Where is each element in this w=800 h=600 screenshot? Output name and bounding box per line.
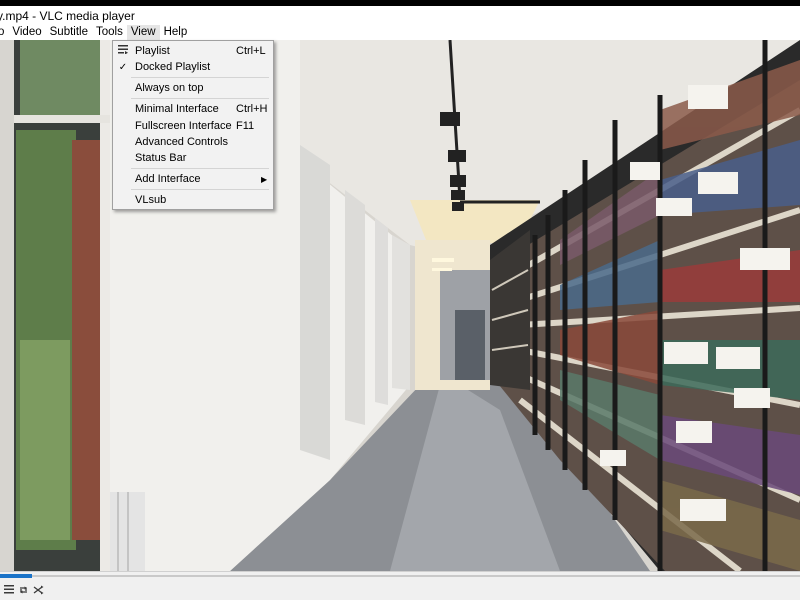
menu-video[interactable]: Video [8,25,45,40]
checkmark-icon: ✓ [118,61,128,73]
playlist-toggle-icon[interactable] [2,583,15,596]
menu-item-vlsub[interactable]: VLsub [113,192,273,208]
menu-item-docked-playlist[interactable]: ✓ Docked Playlist [113,59,273,75]
menu-separator [131,189,269,190]
menu-item-label: Fullscreen Interface [135,120,232,132]
menu-item-playlist[interactable]: Playlist Ctrl+L [113,43,273,59]
title-bar: y.mp4 - VLC media player [0,6,800,25]
menu-separator [131,98,269,99]
menu-item-label: Playlist [135,45,170,57]
view-menu-dropdown: Playlist Ctrl+L ✓ Docked Playlist Always… [112,40,274,210]
menu-separator [131,168,269,169]
window-title: y.mp4 - VLC media player [0,8,135,23]
menu-item-label: Status Bar [135,152,187,164]
menu-item-fullscreen-interface[interactable]: Fullscreen Interface F11 [113,118,273,134]
menu-item-label: Minimal Interface [135,103,219,115]
menu-separator [131,77,269,78]
seek-progress [0,574,32,578]
submenu-arrow-icon: ▶ [261,174,268,184]
menu-item-label: Always on top [135,82,204,94]
menu-item-label: Advanced Controls [135,136,228,148]
menu-item-advanced-controls[interactable]: Advanced Controls [113,134,273,150]
shuffle-icon[interactable] [32,583,45,596]
menu-subtitle[interactable]: Subtitle [46,25,92,40]
menu-view[interactable]: View [126,25,160,40]
menu-item-status-bar[interactable]: Status Bar [113,150,273,166]
menu-item-label: VLsub [135,194,167,206]
loop-icon[interactable] [17,583,30,596]
menu-item-label: Docked Playlist [135,61,211,73]
seek-track [0,575,800,577]
menu-item-shortcut: Ctrl+H [236,103,268,115]
menu-item-add-interface[interactable]: Add Interface ▶ [113,171,273,187]
menu-help[interactable]: Help [160,25,192,40]
menu-bar: o Video Subtitle Tools View Help [0,25,800,40]
menu-item-label: Add Interface [135,173,201,185]
menu-item-shortcut: F11 [236,120,255,132]
controls-bar [0,579,800,600]
menu-item-minimal-interface[interactable]: Minimal Interface Ctrl+H [113,101,273,117]
menu-tools[interactable]: Tools [92,25,127,40]
menu-media[interactable]: o [0,25,8,40]
menu-item-shortcut: Ctrl+L [236,45,266,57]
playlist-icon [117,45,129,57]
menu-item-always-on-top[interactable]: Always on top [113,80,273,96]
